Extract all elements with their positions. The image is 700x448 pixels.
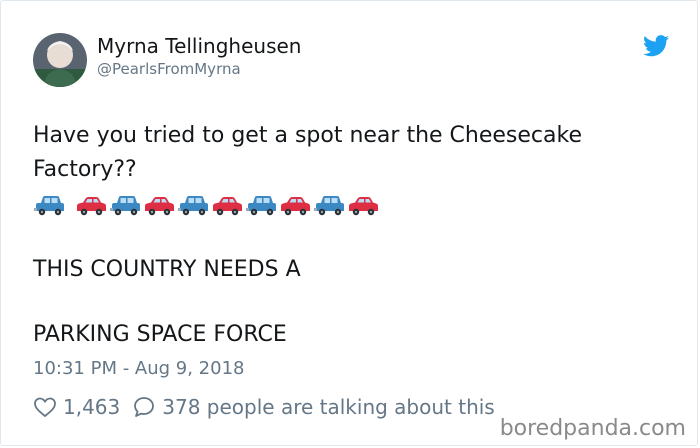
tweet-text-line-2: Factory??: [33, 157, 137, 182]
red-car-icon: [145, 197, 174, 216]
tweet-timestamp[interactable]: 10:31 PM - Aug 9, 2018: [33, 358, 245, 379]
red-car-icon: [281, 197, 310, 216]
tweet-text-line-3: THIS COUNTRY NEEDS A: [33, 257, 301, 282]
author-handle[interactable]: @PearlsFromMyrna: [97, 60, 241, 78]
blue-car-icon: [34, 196, 64, 216]
red-car-icon: [349, 197, 378, 216]
red-car-icon: [77, 197, 106, 216]
red-car-icon: [213, 197, 242, 216]
like-count[interactable]: 1,463: [63, 395, 120, 419]
twitter-bird-icon[interactable]: [643, 35, 669, 57]
heart-icon[interactable]: [33, 395, 57, 419]
author-name[interactable]: Myrna Tellingheusen: [97, 34, 301, 58]
blue-car-icon: [178, 196, 208, 216]
tweet-text-line-4: PARKING SPACE FORCE: [33, 322, 287, 347]
blue-car-icon: [246, 196, 276, 216]
blue-car-icon: [314, 196, 344, 216]
author-avatar[interactable]: [33, 33, 87, 87]
tweet-text-line-1: Have you tried to get a spot near the Ch…: [33, 123, 582, 148]
boredpanda-watermark: boredpanda.com: [499, 416, 686, 441]
replies-text[interactable]: 378 people are talking about this: [162, 395, 494, 419]
tweet-card: Myrna Tellingheusen @PearlsFromMyrna Hav…: [0, 0, 698, 446]
car-emoji-row: [33, 193, 393, 219]
reply-bubble-icon[interactable]: [132, 395, 156, 419]
blue-car-icon: [110, 196, 140, 216]
tweet-actions: 1,463 378 people are talking about this: [33, 393, 495, 421]
